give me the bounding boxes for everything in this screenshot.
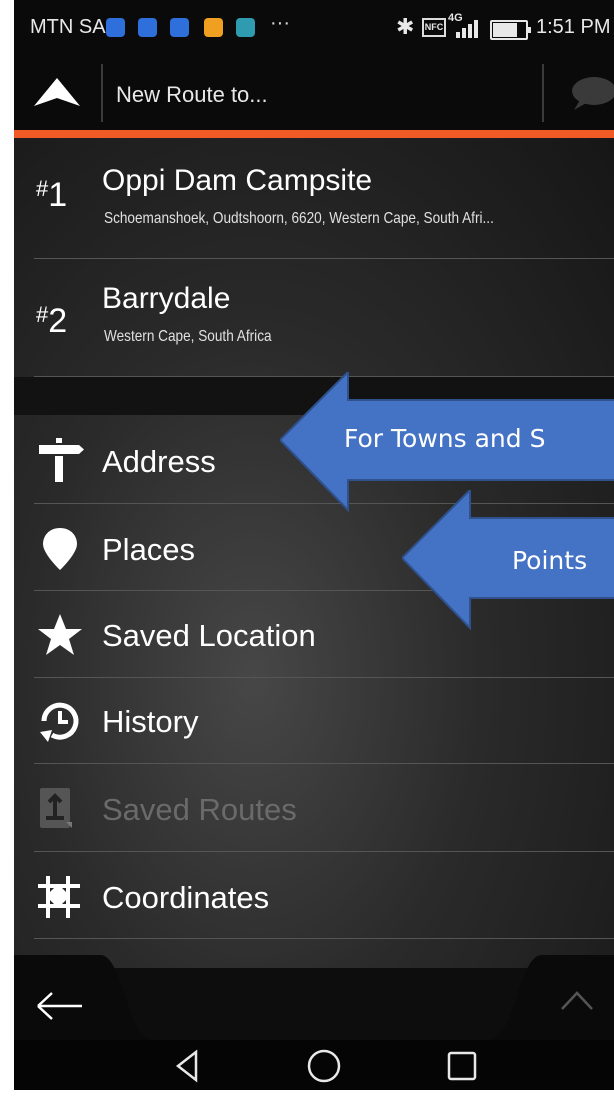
- list-divider: [34, 258, 614, 259]
- menu-item-label: History: [102, 704, 199, 739]
- menu-item-label: Address: [102, 444, 216, 479]
- destination-subtitle: Schoemanshoek, Oudtshoorn, 6620, Western…: [104, 210, 494, 227]
- recents-square-icon[interactable]: [442, 1046, 482, 1086]
- notification-icon: [204, 18, 223, 37]
- clock: 1:51 PM: [536, 16, 611, 38]
- bottom-toolbar: [14, 955, 614, 1040]
- notification-icon: [170, 18, 189, 37]
- android-navigation-bar: [14, 1040, 614, 1090]
- signpost-icon: [39, 438, 84, 482]
- notification-icon: [236, 18, 255, 37]
- chevron-up-icon[interactable]: [560, 989, 594, 1011]
- annotation-text: For Towns and S: [344, 424, 546, 453]
- battery-icon: [490, 20, 531, 40]
- more-notifications-icon: ···: [270, 12, 290, 34]
- history-clock-icon: [40, 702, 79, 742]
- destination-subtitle: Western Cape, South Africa: [104, 328, 272, 345]
- coordinates-grid-icon: [38, 876, 80, 918]
- nfc-icon: NFC: [422, 18, 446, 37]
- menu-item-label: Saved Routes: [102, 792, 297, 827]
- rank-badge: #1: [36, 176, 68, 214]
- destination-title: Barrydale: [102, 282, 231, 315]
- notification-icon: [106, 18, 125, 37]
- bluetooth-icon: ✱: [396, 14, 415, 39]
- signal-icon: [456, 20, 480, 38]
- menu-item-label: Places: [102, 532, 196, 567]
- header-divider: [101, 64, 103, 122]
- annotation-arrow-points: Points: [402, 490, 614, 630]
- menu-item-label: Coordinates: [102, 880, 270, 915]
- back-triangle-icon[interactable]: [168, 1046, 208, 1086]
- destination-title: Oppi Dam Campsite: [102, 164, 373, 197]
- accent-bar: [14, 130, 614, 138]
- menu-item-saved-routes[interactable]: Saved Routes: [14, 766, 614, 852]
- carrier-label: MTN SA: [30, 16, 106, 38]
- recent-destination-item[interactable]: #2 Barrydale Western Cape, South Africa: [14, 264, 614, 374]
- recent-destination-item[interactable]: #1 Oppi Dam Campsite Schoemanshoek, Oudt…: [14, 148, 614, 258]
- route-header: New Route to...: [14, 56, 614, 130]
- map-pin-icon: [43, 528, 77, 570]
- menu-item-label: Saved Location: [102, 618, 316, 653]
- star-icon: [38, 614, 82, 655]
- annotation-text: Points: [512, 546, 588, 575]
- menu-item-history[interactable]: History: [14, 678, 614, 764]
- status-bar: MTN SA ··· ✱ NFC 4G 1:51 PM: [14, 0, 614, 56]
- screenshot-frame-left: [0, 0, 14, 1100]
- saved-routes-icon: [40, 788, 72, 828]
- screenshot-frame-bottom: [0, 1090, 614, 1100]
- list-divider: [34, 851, 614, 852]
- list-divider: [34, 938, 614, 939]
- header-divider: [542, 64, 544, 122]
- battery-level-fill: [493, 23, 517, 37]
- back-arrow-icon[interactable]: [36, 991, 84, 1021]
- search-input[interactable]: New Route to...: [116, 82, 268, 108]
- speech-bubble-icon[interactable]: [566, 76, 614, 112]
- menu-item-coordinates[interactable]: Coordinates: [14, 854, 614, 940]
- notification-icon: [138, 18, 157, 37]
- home-circle-icon[interactable]: [304, 1046, 344, 1086]
- navigation-arrow-icon[interactable]: [34, 78, 80, 108]
- list-divider: [34, 763, 614, 764]
- rank-badge: #2: [36, 302, 68, 340]
- phone-screen: MTN SA ··· ✱ NFC 4G 1:51 PM New Route to…: [14, 0, 614, 1090]
